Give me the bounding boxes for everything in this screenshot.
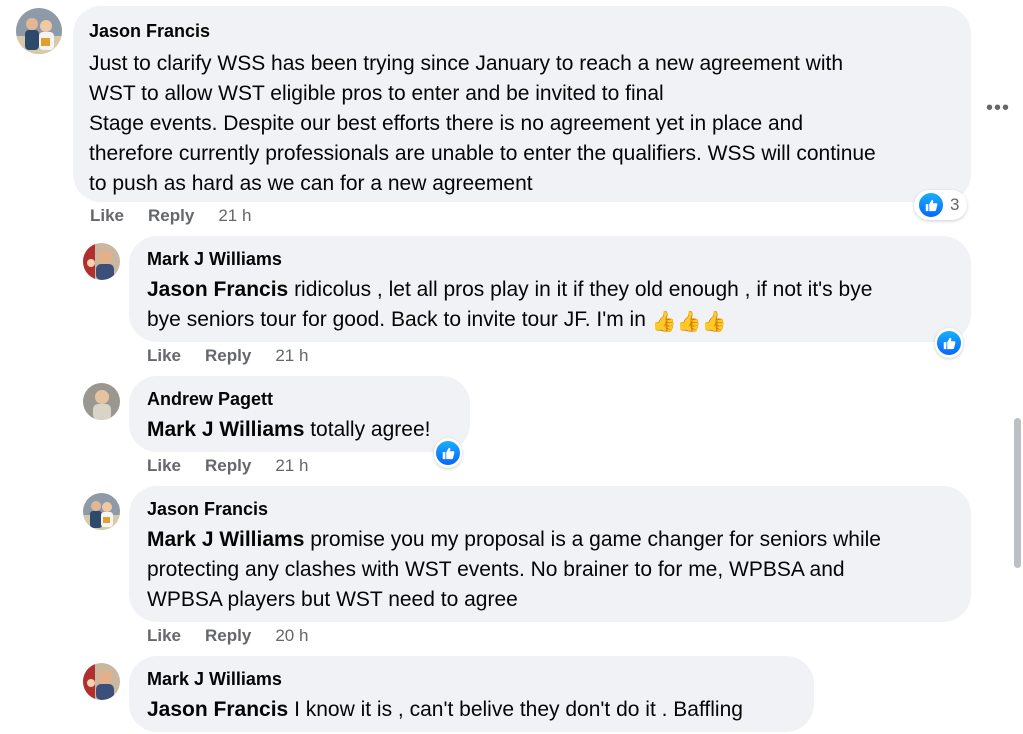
comment-author[interactable]: Mark J Williams: [147, 668, 796, 690]
reply-button[interactable]: Reply: [148, 206, 194, 226]
comment-bubble: Jason Francis Mark J Williams promise yo…: [129, 486, 971, 622]
comment-text-line: WPBSA players but WST need to agree: [147, 588, 518, 611]
comment-text-line: WST to allow WST eligible pros to enter …: [89, 82, 664, 105]
like-button[interactable]: Like: [90, 206, 124, 226]
thumbs-up-icon: [434, 439, 462, 467]
comment-author[interactable]: Jason Francis: [89, 20, 955, 42]
comment-text-span: totally agree!: [304, 418, 431, 441]
comment-bubble: Andrew Pagett Mark J Williams totally ag…: [129, 376, 470, 452]
comment-author[interactable]: Jason Francis: [147, 498, 953, 520]
comment-timestamp[interactable]: 21 h: [218, 206, 251, 226]
reaction-summary[interactable]: [935, 328, 963, 358]
comment-text-line: Just to clarify WSS has been trying sinc…: [89, 52, 844, 75]
comment-text: Mark J Williams totally agree!: [147, 415, 452, 445]
comment-text-span: bye seniors tour for good. Back to invit…: [147, 308, 652, 331]
avatar-jason-francis[interactable]: [16, 8, 62, 54]
avatar-mark-j-williams[interactable]: [83, 663, 120, 700]
comment-timestamp[interactable]: 20 h: [275, 626, 308, 646]
comment-text-span: promise you my proposal is a game change…: [304, 528, 881, 551]
reaction-summary[interactable]: [434, 438, 462, 468]
comment-text-line: Mark J Williams promise you my proposal …: [147, 525, 953, 555]
more-options-icon[interactable]: •••: [986, 97, 1010, 120]
comment-text: Jason Francis I know it is , can't beliv…: [147, 695, 796, 725]
avatar-mark-j-williams[interactable]: [83, 243, 120, 280]
comments-thread: Jason Francis Just to clarify WSS has be…: [0, 0, 1023, 734]
comment-bubble: Jason Francis Just to clarify WSS has be…: [73, 6, 971, 202]
comment-text-line: bye seniors tour for good. Back to invit…: [147, 305, 953, 335]
comment-text-line: Jason Francis ridicolus , let all pros p…: [147, 275, 953, 305]
comment-actions: Like Reply 21 h: [147, 456, 308, 476]
comment-text: Jason Francis ridicolus , let all pros p…: [147, 275, 953, 335]
mention-link[interactable]: Jason Francis: [147, 698, 288, 721]
comment-actions: Like Reply 21 h: [147, 346, 308, 366]
comment-text-line: Stage events. Despite our best efforts t…: [89, 112, 804, 135]
comment-bubble: Mark J Williams Jason Francis ridicolus …: [129, 236, 971, 342]
comment-text: Mark J Williams promise you my proposal …: [147, 525, 953, 615]
mention-link[interactable]: Mark J Williams: [147, 528, 304, 551]
comment-text-line: therefore currently professionals are un…: [89, 142, 876, 165]
reaction-count: 3: [950, 195, 960, 214]
like-button[interactable]: Like: [147, 456, 181, 476]
mention-link[interactable]: Jason Francis: [147, 278, 288, 301]
thumbs-up-icon: [917, 191, 945, 219]
avatar-jason-francis[interactable]: [83, 493, 120, 530]
thumbs-up-icon: [935, 329, 963, 357]
comment-text-span: I know it is , can't belive they don't d…: [288, 698, 743, 721]
reply-button[interactable]: Reply: [205, 346, 251, 366]
comment-actions: Like Reply 20 h: [147, 626, 308, 646]
comment-text-line: protecting any clashes with WST events. …: [147, 558, 845, 581]
thumbs-up-emoji: 👍👍👍: [651, 311, 727, 333]
comment-timestamp[interactable]: 21 h: [275, 456, 308, 476]
reaction-summary[interactable]: 3: [914, 190, 968, 220]
avatar-andrew-pagett[interactable]: [83, 383, 120, 420]
comment-text: Just to clarify WSS has been trying sinc…: [89, 49, 955, 199]
like-button[interactable]: Like: [147, 626, 181, 646]
comment-author[interactable]: Mark J Williams: [147, 248, 953, 270]
mention-link[interactable]: Mark J Williams: [147, 418, 304, 441]
comment-text-span: ridicolus , let all pros play in it if t…: [288, 278, 873, 301]
like-button[interactable]: Like: [147, 346, 181, 366]
comment-actions: Like Reply 21 h: [90, 206, 251, 226]
comment-text-line: to push as hard as we can for a new agre…: [89, 172, 533, 195]
comment-author[interactable]: Andrew Pagett: [147, 388, 452, 410]
reply-button[interactable]: Reply: [205, 456, 251, 476]
scrollbar-thumb[interactable]: [1014, 418, 1021, 568]
reply-button[interactable]: Reply: [205, 626, 251, 646]
comment-timestamp[interactable]: 21 h: [275, 346, 308, 366]
comment-bubble: Mark J Williams Jason Francis I know it …: [129, 656, 814, 732]
